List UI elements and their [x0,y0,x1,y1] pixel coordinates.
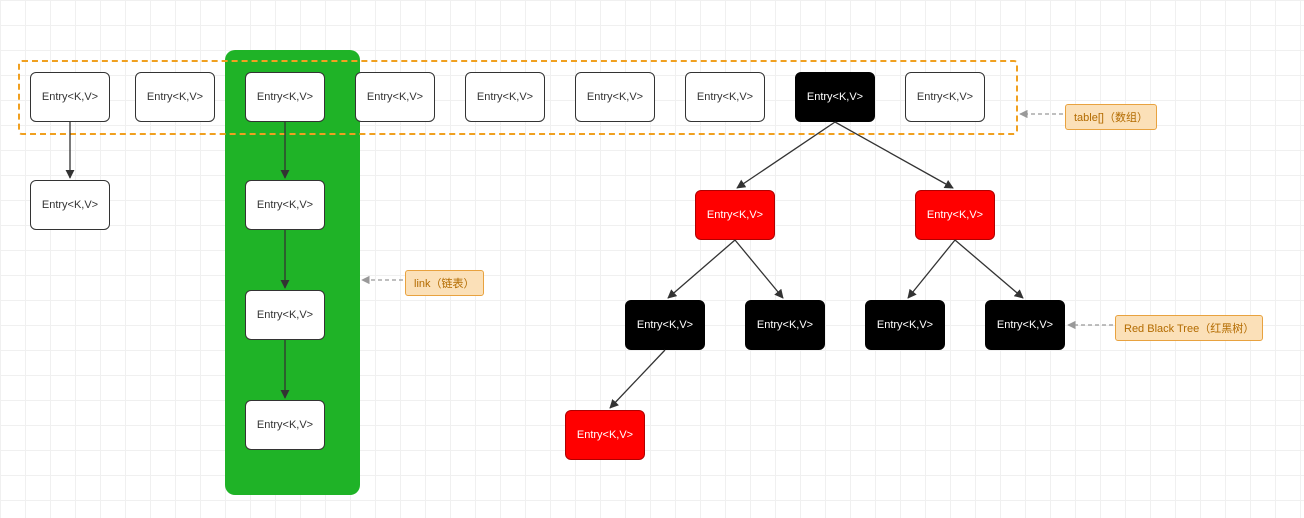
table-slot-6: Entry<K,V> [685,72,765,122]
bucket2-node-0: Entry<K,V> [245,180,325,230]
table-slot-7: Entry<K,V> [795,72,875,122]
rbtree-LLL: Entry<K,V> [565,410,645,460]
callout-link: link（链表） [405,270,484,296]
table-slot-5: Entry<K,V> [575,72,655,122]
bucket2-node-1: Entry<K,V> [245,290,325,340]
table-slot-1: Entry<K,V> [135,72,215,122]
callout-rbtree: Red Black Tree（红黑树） [1115,315,1263,341]
rbtree-LL: Entry<K,V> [625,300,705,350]
bucket0-node-0: Entry<K,V> [30,180,110,230]
table-slot-8: Entry<K,V> [905,72,985,122]
rbtree-L: Entry<K,V> [695,190,775,240]
bucket2-node-2: Entry<K,V> [245,400,325,450]
rbtree-RL: Entry<K,V> [865,300,945,350]
rbtree-RR: Entry<K,V> [985,300,1065,350]
table-slot-2: Entry<K,V> [245,72,325,122]
table-slot-0: Entry<K,V> [30,72,110,122]
table-slot-4: Entry<K,V> [465,72,545,122]
callout-table: table[]（数组） [1065,104,1157,130]
rbtree-LR: Entry<K,V> [745,300,825,350]
table-slot-3: Entry<K,V> [355,72,435,122]
rbtree-R: Entry<K,V> [915,190,995,240]
